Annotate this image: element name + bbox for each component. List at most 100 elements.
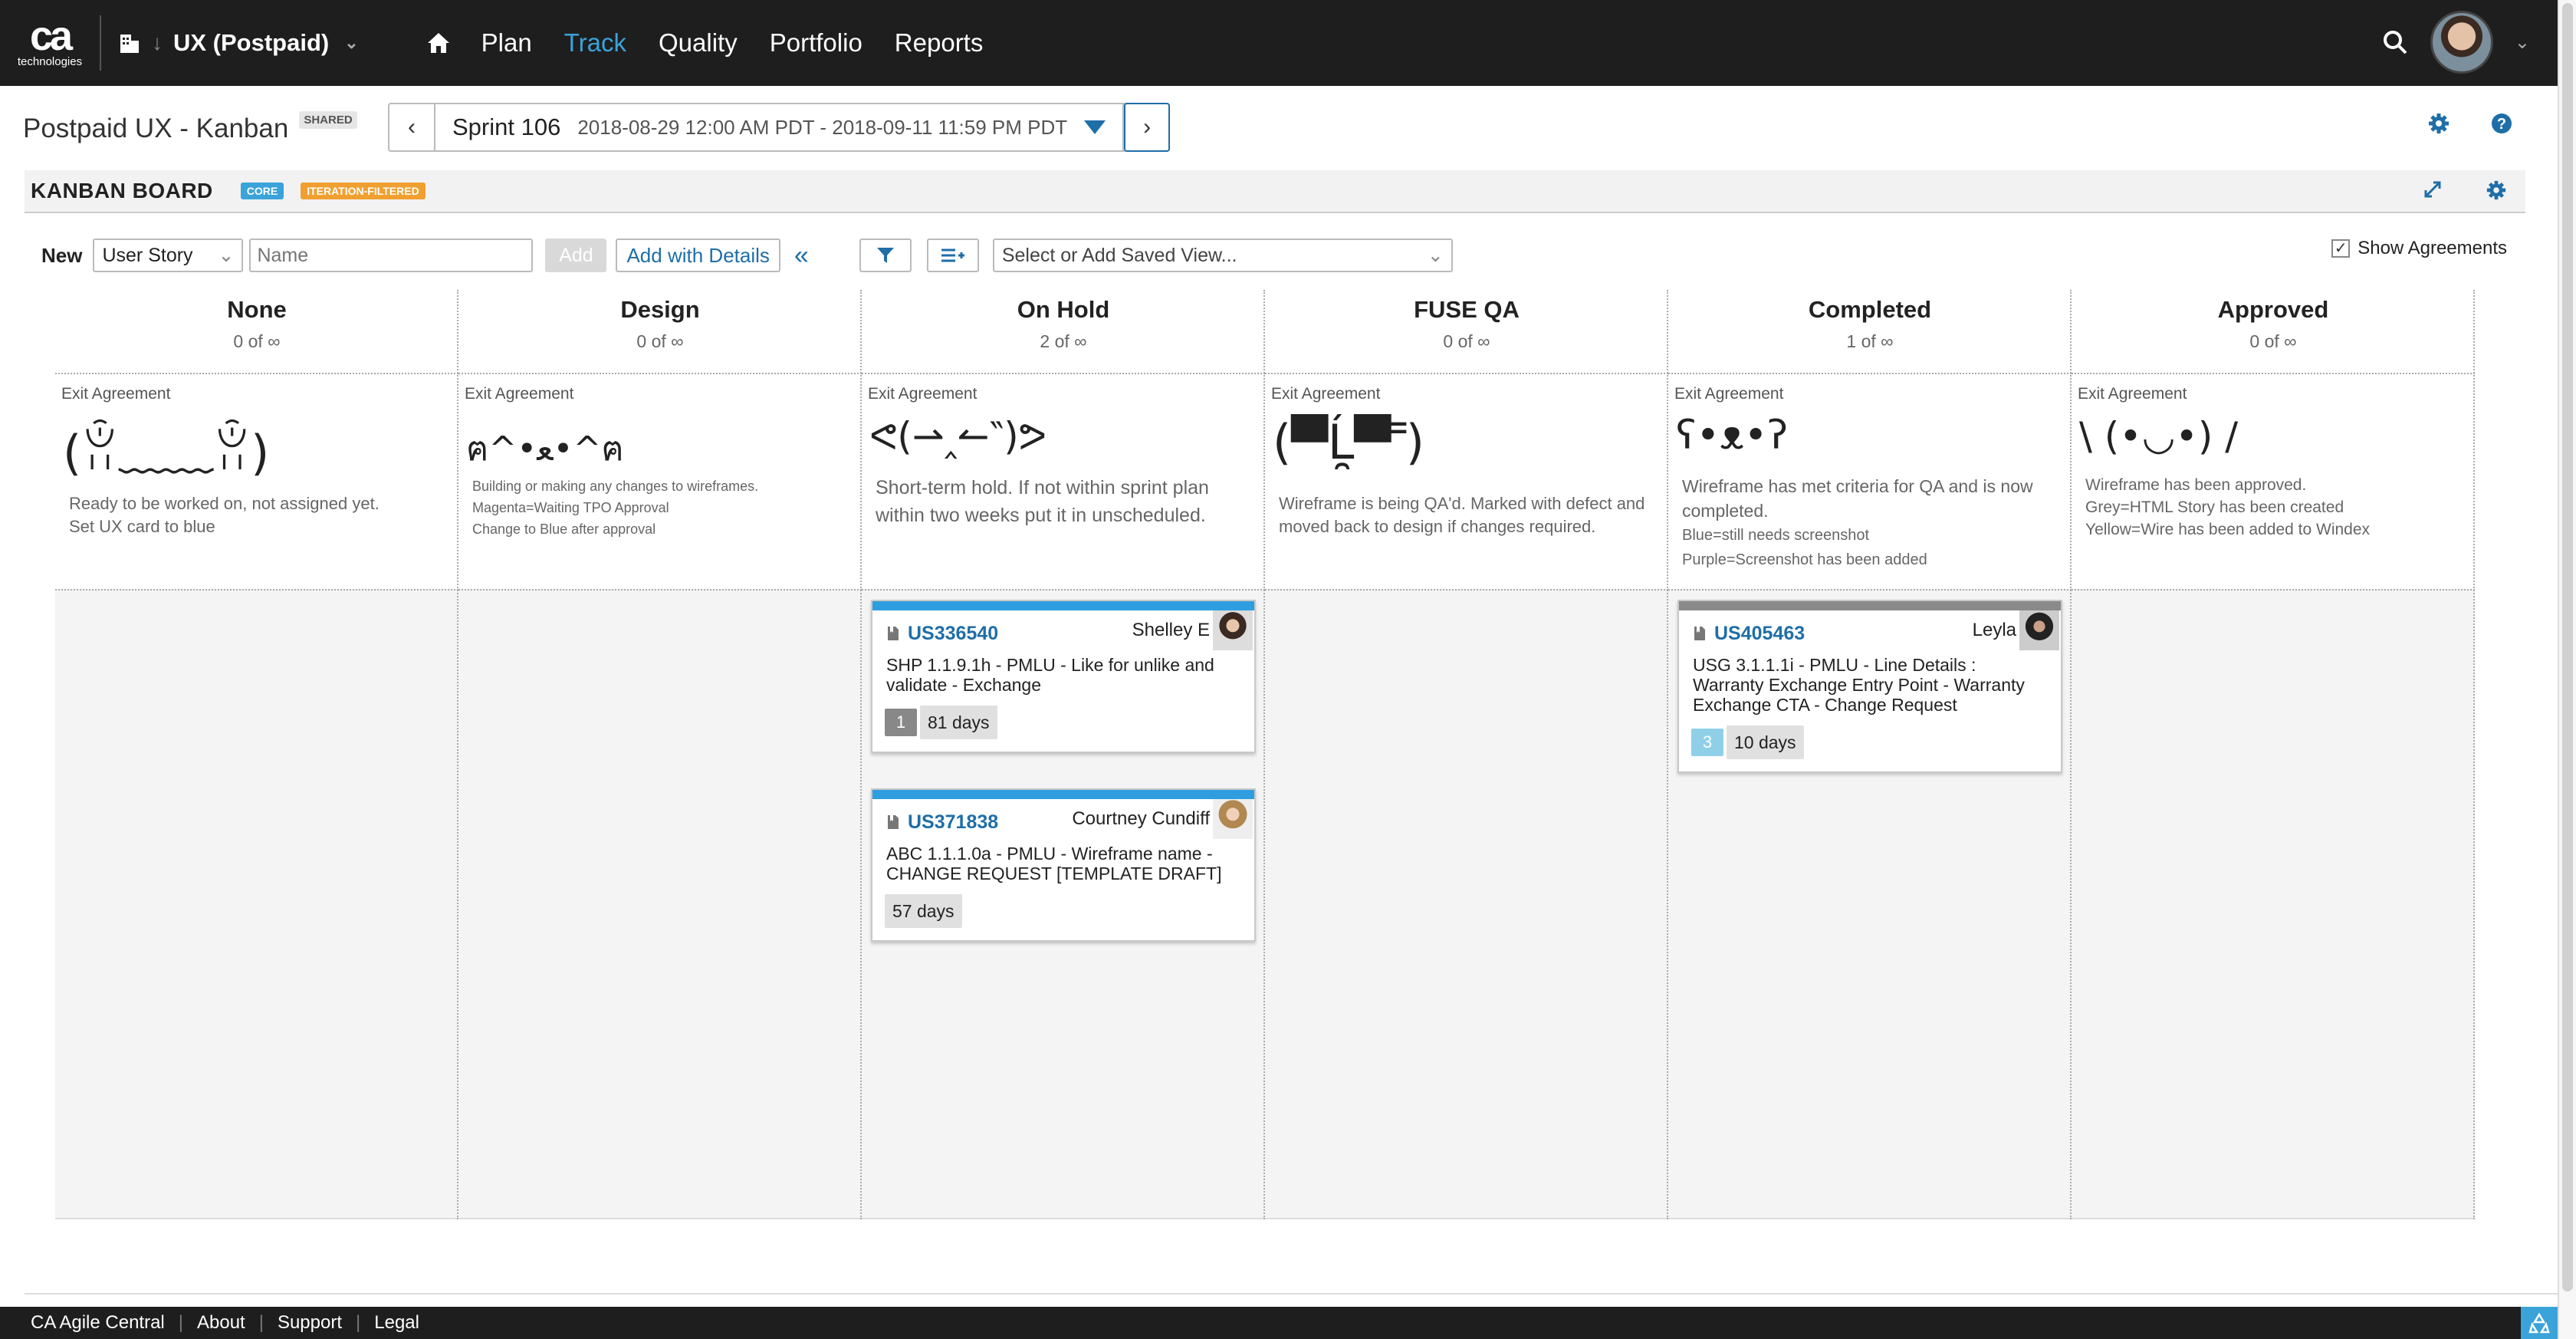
- download-arrow-icon: ↓: [152, 31, 163, 54]
- card-title[interactable]: SHP 1.1.9.1h - PMLU - Like for unlike an…: [872, 649, 1254, 695]
- footer-separator: |: [258, 1312, 264, 1333]
- workspace-picker[interactable]: ↓ UX (Postpaid) ⌄: [118, 29, 359, 57]
- next-sprint-button[interactable]: ›: [1124, 103, 1171, 152]
- user-avatar[interactable]: [2430, 11, 2493, 74]
- column-swimlane[interactable]: [1265, 589, 1668, 1219]
- card-title[interactable]: USG 3.1.1.1i - PMLU - Line Details : War…: [1679, 649, 2061, 715]
- collapse-icon[interactable]: «: [794, 241, 809, 271]
- comment-count-badge[interactable]: 1: [885, 709, 917, 736]
- agreement-emoticon: ʕ•ᴥ•ʔ: [1676, 413, 1788, 459]
- agreement-line: Blue=still needs screenshot: [1682, 527, 1870, 544]
- expand-icon[interactable]: [2423, 179, 2443, 199]
- agreement-line: Building or making any changes to wirefr…: [472, 479, 759, 494]
- help-icon[interactable]: ?: [2490, 112, 2513, 135]
- column-count: 0 of ∞: [2249, 331, 2297, 351]
- search-icon[interactable]: [2381, 28, 2409, 56]
- age-badge: 57 days: [885, 894, 962, 928]
- exit-agreement: Exit Agreement (▀̿Ĺ̯▀̿ ̿) Wireframe is b…: [1265, 373, 1668, 589]
- field-picker-button[interactable]: [926, 239, 979, 272]
- home-icon[interactable]: [425, 29, 452, 57]
- footer-about-link[interactable]: About: [197, 1312, 245, 1334]
- footer-separator: |: [356, 1312, 361, 1333]
- column-completed: Completed 1 of ∞ Exit Agreement ʕ•ᴥ•ʔ Wi…: [1668, 290, 2072, 1219]
- nav-quality[interactable]: Quality: [659, 28, 738, 58]
- column-swimlane[interactable]: [55, 589, 458, 1219]
- card-header: US405463 Leyla: [1679, 610, 2061, 650]
- add-with-details-button[interactable]: Add with Details: [616, 239, 780, 272]
- agreement-text: Ready to be worked on, not assigned yet.…: [61, 492, 452, 538]
- exit-agreement-label: Exit Agreement: [2078, 385, 2187, 403]
- fields-icon: [941, 248, 964, 262]
- column-swimlane[interactable]: US405463 Leyla USG 3.1.1.1i - PMLU - Lin…: [1668, 589, 2072, 1219]
- card-owner: Shelley E: [1132, 620, 1210, 640]
- saved-view-select[interactable]: Select or Add Saved View... ⌄: [992, 239, 1453, 272]
- column-count: 0 of ∞: [233, 331, 281, 351]
- gear-icon[interactable]: [2427, 112, 2450, 135]
- add-button[interactable]: Add: [545, 239, 607, 272]
- column-header: Approved 0 of ∞: [2072, 290, 2475, 373]
- card-owner: Courtney Cundiff: [1072, 808, 1210, 829]
- exit-agreement: Exit Agreement ʕ•ᴥ•ʔ Wireframe has met c…: [1668, 373, 2072, 589]
- agreement-text: Wireframe has met criteria for QA and is…: [1674, 474, 2065, 572]
- column-count: 2 of ∞: [1040, 331, 1087, 351]
- filter-button[interactable]: [859, 239, 912, 272]
- exit-agreement-label: Exit Agreement: [61, 385, 171, 403]
- owner-avatar: [1213, 799, 1253, 839]
- gear-icon[interactable]: [2486, 179, 2507, 201]
- card-id-link[interactable]: US405463: [1714, 623, 1805, 645]
- card-footer: 3 10 days: [1679, 715, 2061, 771]
- chevron-down-icon[interactable]: ⌄: [2515, 31, 2530, 54]
- nav-reports[interactable]: Reports: [895, 28, 984, 58]
- footer-legal-link[interactable]: Legal: [374, 1312, 419, 1334]
- show-agreements-toggle[interactable]: ✓ Show Agreements: [2331, 238, 2507, 259]
- column-fuse-qa: FUSE QA 0 of ∞ Exit Agreement (▀̿Ĺ̯▀̿ ̿)…: [1265, 290, 1668, 1219]
- kanban-header-icons: [2423, 179, 2507, 201]
- page-scrollbar[interactable]: [2558, 0, 2576, 1339]
- column-none: None 0 of ∞ Exit Agreement (ꂧ﹏﹏ꂧ) Ready …: [55, 290, 458, 1219]
- agreement-emoticon: ᕙ(⇀‸↼‶)ᕗ: [869, 414, 1047, 459]
- nav-portfolio[interactable]: Portfolio: [770, 28, 863, 58]
- top-navigation-bar: ca technologies ↓ UX (Postpaid) ⌄ Plan T…: [0, 0, 2558, 86]
- column-approved: Approved 0 of ∞ Exit Agreement \ (•◡•) /…: [2072, 290, 2475, 1219]
- exit-agreement-label: Exit Agreement: [868, 385, 978, 403]
- show-agreements-checkbox[interactable]: ✓: [2331, 239, 2351, 258]
- sprint-dropdown[interactable]: Sprint 106 2018-08-29 12:00 AM PDT - 201…: [435, 104, 1125, 150]
- page-header-icons: ?: [2427, 112, 2513, 135]
- agreement-line: Wireframe has been approved.: [2085, 476, 2307, 494]
- nav-track[interactable]: Track: [564, 28, 626, 58]
- exit-agreement: Exit Agreement ᕙ(⇀‸↼‶)ᕗ Short-term hold.…: [862, 373, 1265, 589]
- card-title[interactable]: ABC 1.1.1.0a - PMLU - Wireframe name - C…: [872, 837, 1254, 883]
- card-footer: 57 days: [872, 883, 1254, 940]
- agreement-line: within two weeks put it in unscheduled.: [876, 505, 1206, 526]
- column-swimlane[interactable]: US336540 Shelley E SHP 1.1.9.1h - PMLU -…: [862, 589, 1265, 1219]
- card-id-link[interactable]: US371838: [908, 811, 998, 834]
- agreement-line: moved back to design if changes required…: [1279, 517, 1596, 536]
- recycle-bin-button[interactable]: [2521, 1307, 2558, 1339]
- artifact-type-select[interactable]: User Story ⌄: [93, 239, 244, 272]
- dropdown-triangle-icon: [1084, 120, 1106, 134]
- agreement-line: Short-term hold. If not within sprint pl…: [876, 477, 1209, 498]
- sprint-selector: ‹ Sprint 106 2018-08-29 12:00 AM PDT - 2…: [388, 103, 1171, 152]
- kanban-board: None 0 of ∞ Exit Agreement (ꂧ﹏﹏ꂧ) Ready …: [55, 290, 2475, 1219]
- column-header: FUSE QA 0 of ∞: [1265, 290, 1668, 373]
- card-id-link[interactable]: US336540: [908, 623, 998, 645]
- scrollbar-thumb[interactable]: [2562, 3, 2573, 1291]
- ca-logo[interactable]: ca technologies: [0, 0, 100, 86]
- core-tag: CORE: [240, 183, 284, 199]
- comment-count-badge[interactable]: 3: [1691, 729, 1723, 756]
- column-count: 0 of ∞: [1443, 331, 1490, 351]
- user-story-card[interactable]: US371838 Courtney Cundiff ABC 1.1.1.0a -…: [871, 788, 1256, 942]
- footer-brand[interactable]: CA Agile Central: [31, 1312, 165, 1334]
- previous-sprint-button[interactable]: ‹: [389, 104, 435, 150]
- new-label: New: [41, 243, 83, 267]
- footer-support-link[interactable]: Support: [278, 1312, 342, 1334]
- nav-plan[interactable]: Plan: [481, 28, 532, 58]
- user-story-card[interactable]: US405463 Leyla USG 3.1.1.1i - PMLU - Lin…: [1677, 600, 2062, 773]
- column-swimlane[interactable]: [458, 589, 862, 1219]
- main-nav-links: Plan Track Quality Portfolio Reports: [481, 28, 984, 58]
- user-story-card[interactable]: US336540 Shelley E SHP 1.1.9.1h - PMLU -…: [871, 600, 1256, 753]
- column-swimlane[interactable]: [2072, 589, 2475, 1219]
- name-input[interactable]: [249, 239, 534, 272]
- shared-badge: SHARED: [299, 110, 357, 129]
- column-count: 0 of ∞: [636, 331, 684, 351]
